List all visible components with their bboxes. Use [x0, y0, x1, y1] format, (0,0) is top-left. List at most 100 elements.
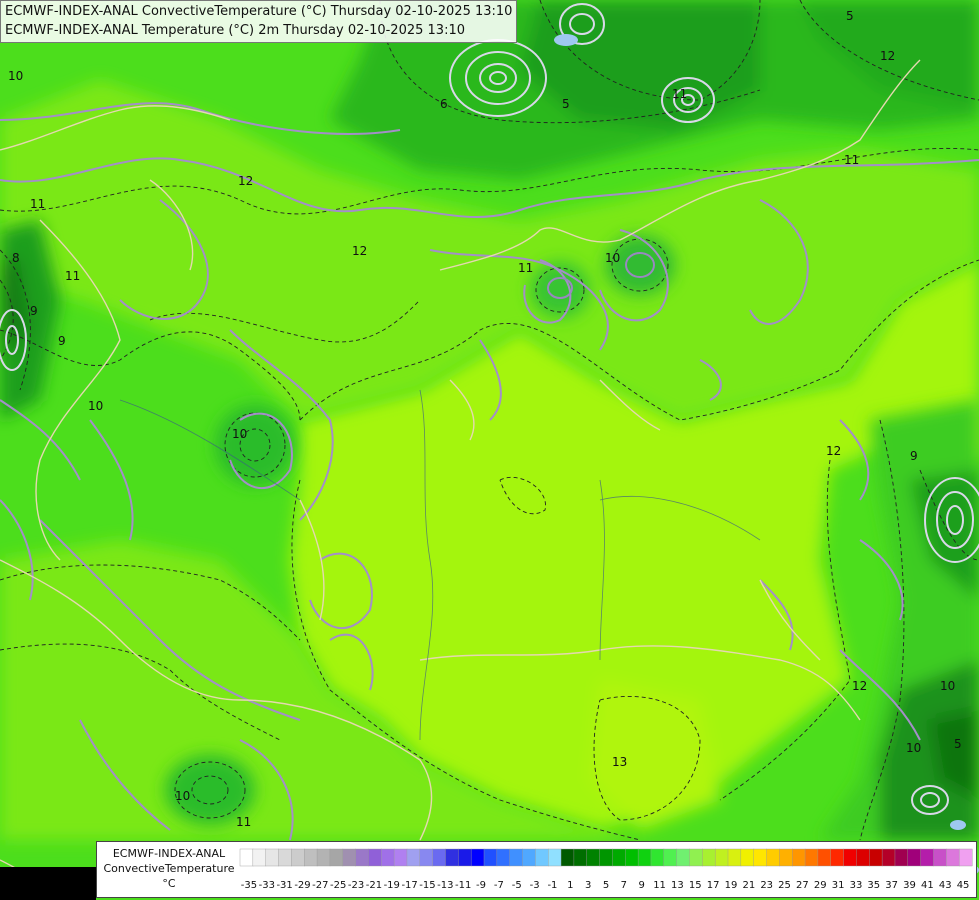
legend-tick-label: 29	[814, 880, 827, 891]
contour-label: 12	[880, 49, 895, 63]
legend-swatch	[817, 848, 832, 867]
legend-tick-label: 23	[760, 880, 773, 891]
weather-map[interactable]: 5 6 10 11 12 11 12 10 9 10 11 12 10 9 8 …	[0, 0, 979, 900]
legend-swatch	[304, 848, 318, 867]
legend-tick-label: -33	[259, 880, 275, 891]
legend-swatch	[599, 848, 613, 867]
legend-swatch	[573, 848, 588, 867]
legend-swatch	[881, 848, 896, 867]
legend-swatch	[792, 848, 806, 867]
legend-swatch	[483, 848, 498, 867]
legend-tick-label: 27	[796, 880, 809, 891]
legend-swatch	[650, 848, 665, 867]
legend-swatch	[663, 848, 678, 867]
legend-swatch	[727, 848, 742, 867]
legend-swatch	[586, 848, 601, 867]
legend-tick-label: -15	[419, 880, 435, 891]
legend-swatch	[239, 848, 254, 867]
legend-swatch	[496, 848, 511, 867]
legend-swatch	[445, 848, 459, 867]
contour-label: 11	[518, 261, 533, 275]
legend-swatch	[958, 848, 973, 867]
contour-label: 6	[440, 97, 448, 111]
legend-tick-label: -27	[312, 880, 328, 891]
contour-label: 10	[88, 399, 103, 413]
legend-tick-label: -5	[512, 880, 522, 891]
legend-tick-label: 13	[671, 880, 684, 891]
contour-label: 10	[906, 741, 921, 755]
legend-tick-label: -7	[494, 880, 504, 891]
legend-tick-label: -11	[455, 880, 471, 891]
legend-swatch	[509, 848, 524, 867]
legend-swatch	[316, 848, 331, 867]
legend-swatch	[560, 848, 575, 867]
legend-swatch	[432, 848, 446, 867]
legend-tick-label: 41	[921, 880, 934, 891]
legend-swatch	[856, 848, 870, 867]
legend-tick-label: 21	[742, 880, 755, 891]
legend-colorbar: -35 -33 -31 -29 -27 -25 -23 -21 -19 -17 -15 -13 -11-…	[239, 848, 973, 891]
legend-swatch	[946, 848, 960, 867]
legend-swatch	[714, 848, 729, 867]
contour-label: 12	[352, 244, 367, 258]
legend-tick-label: 33	[850, 880, 863, 891]
legend-tick-label: -17	[401, 880, 417, 891]
legend-tick-label: -31	[276, 880, 292, 891]
legend-tick-label: -23	[348, 880, 364, 891]
legend-swatch	[329, 848, 344, 867]
legend-tick-label: -21	[366, 880, 382, 891]
legend-swatch	[342, 848, 357, 867]
title-line-temperature: ECMWF-INDEX-ANAL Temperature (°C) 2m Thu…	[5, 23, 465, 38]
contour-label: 9	[910, 449, 918, 463]
contour-label: 10	[232, 427, 247, 441]
legend-swatch	[753, 848, 768, 867]
legend-tick-label: 39	[903, 880, 916, 891]
legend-tick-label: -19	[384, 880, 400, 891]
legend-tick-label: -9	[476, 880, 486, 891]
legend-swatch	[548, 848, 562, 867]
legend-tick-label: 1	[567, 880, 573, 891]
legend-swatch	[291, 848, 305, 867]
legend-swatch	[612, 848, 626, 867]
legend-swatch	[535, 848, 549, 867]
legend-swatch	[869, 848, 883, 867]
legend-tick-label: 45	[957, 880, 970, 891]
legend-swatch	[740, 848, 755, 867]
legend-tick-label: 43	[939, 880, 952, 891]
contour-label: 12	[238, 174, 253, 188]
legend-swatch	[265, 848, 280, 867]
map-corner	[0, 867, 96, 900]
legend-tick-label: 3	[585, 880, 591, 891]
legend-tick-label: 11	[653, 880, 666, 891]
contour-label: 12	[826, 444, 841, 458]
contour-label: 5	[954, 737, 962, 751]
contour-label: 9	[58, 334, 66, 348]
legend-tick-label: -25	[330, 880, 346, 891]
legend-swatch	[766, 848, 780, 867]
legend-swatch	[689, 848, 703, 867]
legend-swatch	[702, 848, 716, 867]
legend-swatch	[278, 848, 292, 867]
legend-swatch	[419, 848, 434, 867]
contour-label: 10	[605, 251, 620, 265]
legend-tick-label: 25	[778, 880, 791, 891]
legend-tick-label: 9	[639, 880, 645, 891]
contour-label: 13	[612, 755, 627, 769]
legend-swatch	[355, 848, 369, 867]
legend-swatch	[458, 848, 472, 867]
contour-label: 11	[672, 87, 687, 101]
legend-swatch	[843, 848, 857, 867]
legend-tick-label: 17	[707, 880, 720, 891]
contour-label: 9	[30, 304, 38, 318]
contour-label: 11	[844, 153, 859, 167]
legend-tick-label: -1	[547, 880, 557, 891]
map-title: ECMWF-INDEX-ANAL ConvectiveTemperature (…	[0, 0, 518, 43]
legend-swatch	[406, 848, 421, 867]
legend-tick-label: 7	[621, 880, 627, 891]
legend-swatch	[252, 848, 267, 867]
legend-tick-label: -3	[530, 880, 540, 891]
legend-tick-label: 19	[725, 880, 738, 891]
contour-label: 10	[8, 69, 23, 83]
legend-swatch	[676, 848, 690, 867]
legend-swatch	[522, 848, 536, 867]
